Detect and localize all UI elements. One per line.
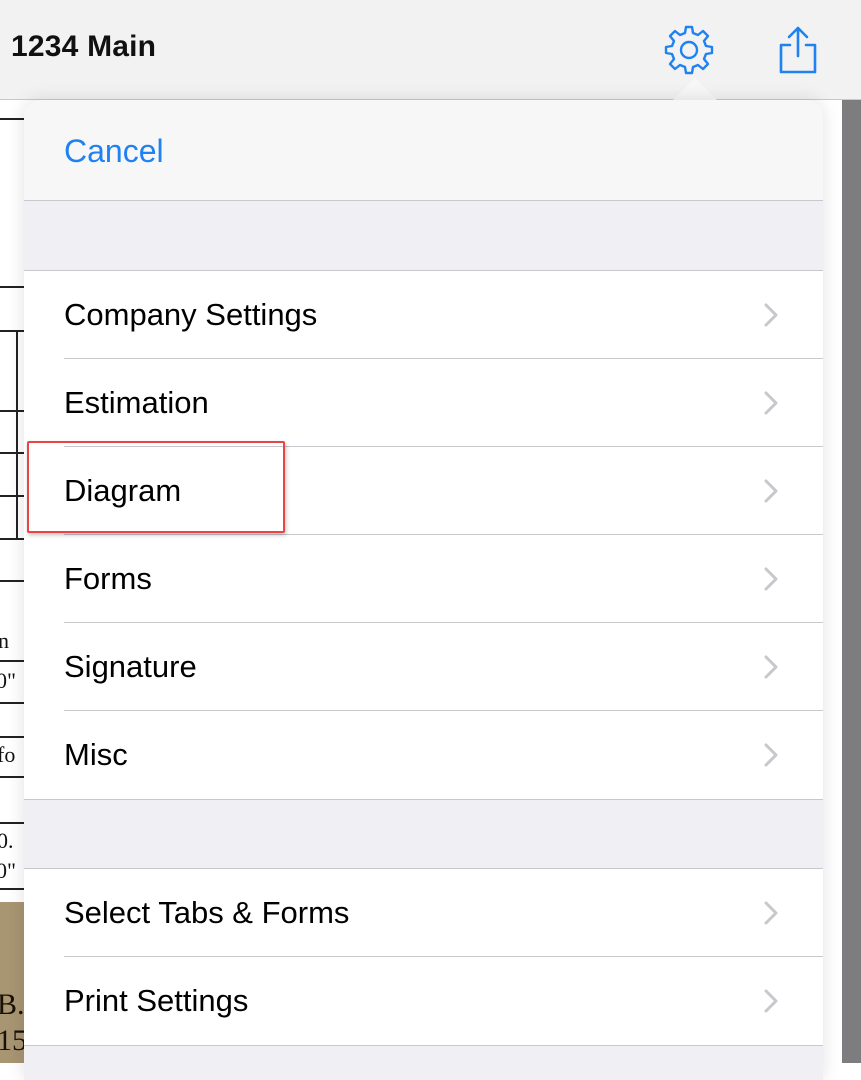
background-text: 0" — [0, 858, 16, 883]
settings-group-main: Company Settings Estimation Diagram Form… — [24, 270, 823, 800]
background-text: fo — [0, 742, 16, 767]
share-icon[interactable] — [772, 24, 824, 76]
navigation-bar: 1234 Main — [0, 0, 861, 100]
settings-group-print: Select Tabs & Forms Print Settings — [24, 868, 823, 1046]
page-title: 1234 Main — [11, 30, 157, 63]
table-line — [16, 330, 18, 540]
menu-item-estimation[interactable]: Estimation — [24, 359, 823, 447]
popover-arrow — [672, 78, 718, 101]
table-line — [0, 702, 24, 704]
chevron-right-icon — [764, 655, 778, 679]
table-line — [0, 776, 24, 778]
table-line — [0, 330, 24, 332]
menu-item-label: Estimation — [64, 385, 209, 420]
table-line — [0, 660, 24, 662]
background-text: n — [0, 628, 9, 653]
diagram-highlight-box — [27, 441, 285, 533]
table-line — [0, 538, 24, 540]
chevron-right-icon — [764, 901, 778, 925]
menu-item-label: Misc — [64, 737, 128, 772]
table-line — [0, 736, 24, 738]
background-photo: B. 15 — [0, 902, 24, 1063]
background-text: 0" — [0, 668, 16, 693]
menu-item-print-settings[interactable]: Print Settings — [24, 957, 823, 1045]
menu-item-label: Company Settings — [64, 297, 318, 332]
menu-item-signature[interactable]: Signature — [24, 623, 823, 711]
gear-icon[interactable] — [663, 24, 715, 76]
menu-item-forms[interactable]: Forms — [24, 535, 823, 623]
table-line — [0, 286, 24, 288]
background-text: B. — [0, 988, 24, 1021]
dimmed-background — [842, 100, 861, 1063]
background-text: 15 — [0, 1024, 24, 1057]
table-line — [0, 822, 24, 824]
menu-item-label: Select Tabs & Forms — [64, 895, 350, 930]
table-line — [0, 118, 24, 120]
menu-item-misc[interactable]: Misc — [24, 711, 823, 799]
popover-header: Cancel — [24, 100, 823, 201]
settings-popover: Cancel Company Settings Estimation Diagr… — [24, 100, 823, 1080]
menu-item-label: Forms — [64, 561, 152, 596]
chevron-right-icon — [764, 989, 778, 1013]
cancel-button[interactable]: Cancel — [64, 133, 164, 170]
background-document: n 0" fo 0. 0" B. 15 — [0, 100, 24, 1063]
chevron-right-icon — [764, 391, 778, 415]
menu-item-select-tabs-forms[interactable]: Select Tabs & Forms — [24, 869, 823, 957]
table-line — [0, 495, 24, 497]
table-line — [0, 452, 24, 454]
menu-item-company-settings[interactable]: Company Settings — [24, 271, 823, 359]
chevron-right-icon — [764, 303, 778, 327]
background-text: 0. — [0, 828, 14, 853]
table-line — [0, 888, 24, 890]
table-line — [0, 580, 24, 582]
chevron-right-icon — [764, 743, 778, 767]
chevron-right-icon — [764, 479, 778, 503]
table-line — [0, 410, 24, 412]
chevron-right-icon — [764, 567, 778, 591]
menu-item-label: Print Settings — [64, 983, 249, 1018]
menu-item-label: Signature — [64, 649, 197, 684]
